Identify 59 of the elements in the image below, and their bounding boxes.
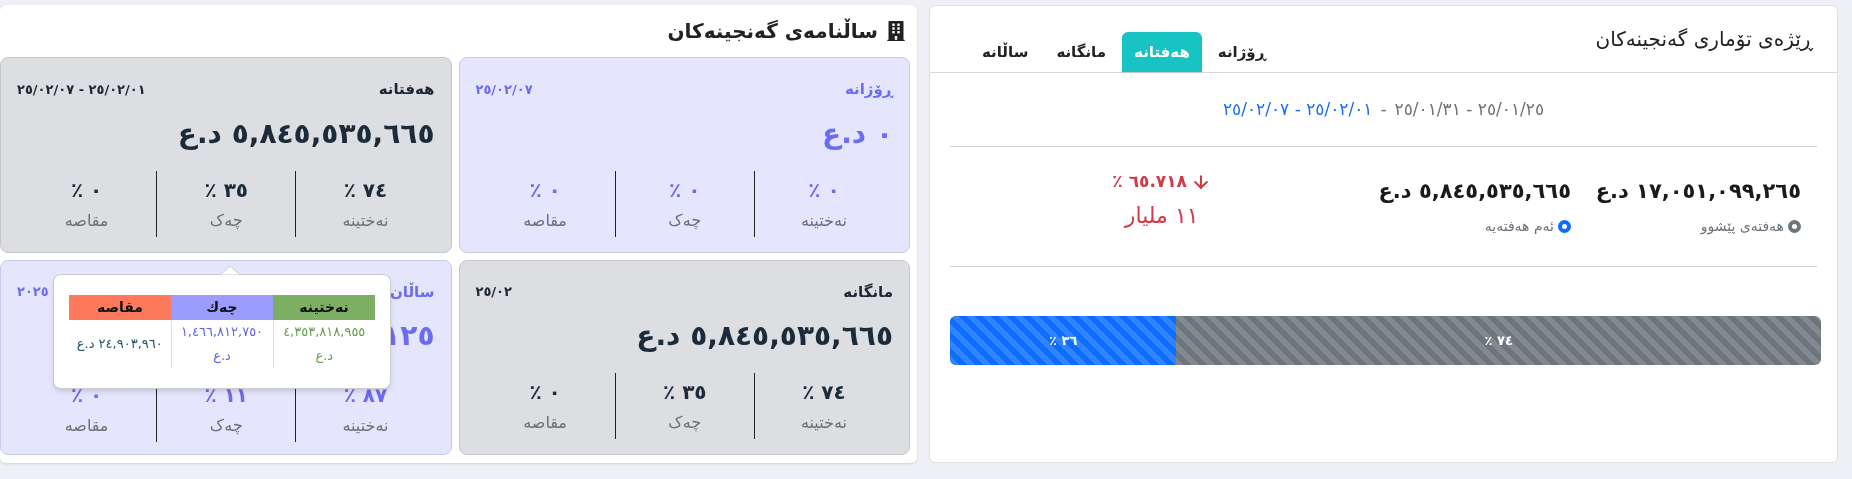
stat-label: نەختینە xyxy=(342,209,389,232)
change-difference: ١١ ملیار xyxy=(1124,201,1199,230)
stat-value: ٠ ٪ xyxy=(529,379,561,406)
stat-value: ٠ ٪ xyxy=(70,176,103,204)
tooltip-header: نەختینە xyxy=(273,295,375,320)
card-title: ڕێژەی تۆماری گەنجینەکان xyxy=(1595,26,1813,53)
panel-title: ساڵنامەی گەنجینەکان xyxy=(667,17,878,45)
stat-value: ٠ ٪ xyxy=(70,382,103,409)
period-amount: ٠ د.ع xyxy=(822,115,893,152)
total-amount: ١٧,٠٥١,٠٩٩,٢٦٥ د.ع xyxy=(1595,178,1801,206)
tooltip-value: ٤,٣٥٣,٨١٨,٩٥٥ د.ع xyxy=(273,320,375,368)
tooltip-value: ٢٤,٩٠٣,٩٦٠ د.ع xyxy=(69,320,171,368)
stat-value: ٣٥ ٪ xyxy=(662,379,707,406)
stat-label: چەک xyxy=(209,415,243,437)
period-title: هەفتانە xyxy=(378,79,435,100)
tooltip-value: ١,٤٦٦,٨١٢,٧٥٠ د.ع xyxy=(171,320,273,368)
period-title: مانگانە xyxy=(843,281,893,303)
stat-label: نەختینە xyxy=(342,415,389,437)
stat-value: ٧٤ ٪ xyxy=(802,379,846,406)
period-date: ٢٥/٠٢/٠٧ xyxy=(475,80,533,99)
stat-label: نەختینە xyxy=(800,412,847,434)
tooltip-header: چەك xyxy=(171,295,273,320)
legend-label: هەفتەی پێشوو xyxy=(1700,216,1784,237)
period-date: ٢٠٢٥ xyxy=(17,283,49,301)
stat-value: ١١ ٪ xyxy=(204,382,249,409)
stat-value: ٠ ٪ xyxy=(808,176,840,204)
stat-value: ٧٤ ٪ xyxy=(343,176,388,204)
down-arrow-icon xyxy=(1191,172,1211,192)
period-date: ٢٥/٠٢ xyxy=(475,283,512,301)
current-date-range: ٢٥/٠٢/٠١ - ٢٥/٠٢/٠٧ xyxy=(1223,97,1373,121)
period-date: ٢٥/٠٢/٠١ - ٢٥/٠٢/٠٧ xyxy=(17,80,146,99)
stat-value: ٣٥ ٪ xyxy=(204,176,249,204)
progress-label: ٧٤ ٪ xyxy=(1484,331,1513,350)
stat-label: چەک xyxy=(668,209,702,232)
progress-label: ٣٦ ٪ xyxy=(1049,331,1078,350)
period-tab[interactable]: ساڵانە xyxy=(970,32,1041,72)
legend-label: ئەم هەفتەیە xyxy=(1484,216,1554,236)
total-amount: ٥,٨٤٥,٥٣٥,٦٦٥ د.ع xyxy=(1378,178,1571,206)
period-title: ساڵان xyxy=(390,281,435,303)
period-amount: ٥,٨٤٥,٥٣٥,٦٦٥ د.ع xyxy=(177,115,435,152)
stat-label: مقاصە xyxy=(64,415,109,437)
period-tab[interactable]: مانگانە xyxy=(1044,32,1119,72)
date-separator: - xyxy=(1380,97,1387,121)
stat-label: نەختینە xyxy=(800,209,847,232)
stat-value: ٨٧ ٪ xyxy=(343,382,388,409)
period-title: ڕۆژانە xyxy=(844,79,893,100)
stat-value: ٠ ٪ xyxy=(669,176,701,204)
stat-label: چەک xyxy=(668,412,702,434)
tooltip-header: مقاصە xyxy=(69,295,171,320)
change-percent: ٦٥.٧١٨ ٪ xyxy=(1112,170,1187,194)
period-tab[interactable]: ڕۆژانە xyxy=(1205,32,1278,72)
stat-label: مقاصە xyxy=(523,209,567,232)
stat-label: مقاصە xyxy=(64,209,109,232)
stat-value: ٠ ٪ xyxy=(529,176,561,204)
period-amount: ٥,٨٤٥,٥٣٥,٦٦٥ د.ع xyxy=(636,318,893,354)
stat-label: چەک xyxy=(209,209,243,232)
stat-label: مقاصە xyxy=(523,412,567,434)
previous-date-range: ٢٥/٠١/٢٥ - ٢٥/٠١/٣١ xyxy=(1394,97,1545,121)
building-icon xyxy=(886,21,906,41)
